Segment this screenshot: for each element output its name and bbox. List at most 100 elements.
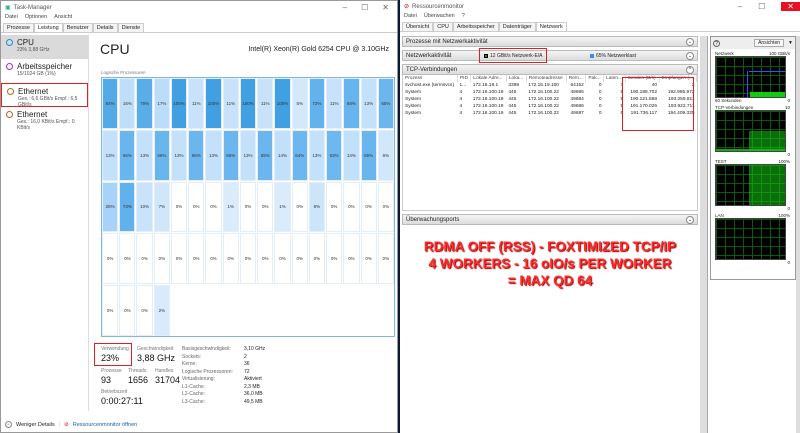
cpu-icon <box>6 39 13 46</box>
sidebar-item-ethernet-1[interactable]: Ethernet Ges.: 6,6 GBit/s Empf.: 6,5 GBit… <box>1 83 88 108</box>
menu-file[interactable]: Datei <box>5 14 18 23</box>
core-cell: 0% <box>170 181 188 233</box>
table-cell: 0 <box>598 111 602 116</box>
column-header[interactable]: Remoteadresse <box>526 75 567 82</box>
tab-network[interactable]: Netzwerk <box>535 22 567 31</box>
detail-row: Kerne: 36 <box>182 361 265 369</box>
uptime-label: Betriebszeit <box>101 389 128 395</box>
column-header[interactable]: Loka... <box>506 75 527 82</box>
task-manager-window: ▣ Task-Manager – ☐ ✕ Datei Optionen Ansicht P… <box>0 0 398 433</box>
section-title: TCP-Verbindungen <box>406 66 458 73</box>
table-cell: 0 <box>598 90 602 95</box>
maximize-button[interactable]: ☐ <box>758 2 765 11</box>
table-cell: 172.16.19.1 <box>472 83 499 88</box>
tab-processes[interactable]: Prozesse <box>3 23 34 32</box>
graph-canvas <box>715 110 786 152</box>
core-cell: 100% <box>274 78 291 129</box>
tab-users[interactable]: Benutzer <box>62 23 93 32</box>
core-cell: 66% <box>153 129 170 181</box>
graph-footer: 60 Sekunden <box>715 98 742 103</box>
table-cell: 172.16.19.100 <box>528 83 559 88</box>
chevron-up-icon[interactable]: ^ <box>5 421 12 428</box>
ethernet-icon <box>6 111 13 118</box>
core-cell: 72% <box>308 78 326 129</box>
sidebar-item-memory[interactable]: Arbeitsspeicher 15/1024 GB (1%) <box>1 59 88 83</box>
close-button[interactable]: ✕ <box>382 3 389 12</box>
column-header[interactable]: Pak... <box>585 75 605 82</box>
graph-tcp-verbindungen: TCP-Verbindungen 10 0 <box>715 105 791 157</box>
core-cell: 0% <box>360 233 377 285</box>
sidebar-item-ethernet-2[interactable]: Ethernet Ges.: 16,0 KBit/s Empf.: 0 KBit/… <box>1 107 88 131</box>
tab-details[interactable]: Details <box>92 23 118 32</box>
menu-options[interactable]: Optionen <box>25 14 47 23</box>
menu-view[interactable]: Ansicht <box>54 14 72 23</box>
sidebar-item-cpu[interactable]: CPU 23% 3,88 GHz <box>1 35 88 59</box>
minimize-button[interactable]: – <box>343 3 347 12</box>
graph-min: 0 <box>787 206 790 211</box>
threads-label: Threads <box>128 368 147 374</box>
usage-label: Verwendung <box>101 346 129 352</box>
minimize-button[interactable]: – <box>738 2 742 11</box>
title-bar: ⊘ Ressourcenmonitor – ☐ ✕ <box>400 0 800 13</box>
tab-memory[interactable]: Arbeitsspeicher <box>452 22 499 31</box>
core-cell: 0% <box>153 233 170 285</box>
menu-file[interactable]: Datei <box>404 13 417 22</box>
menu-bar: Datei Überwachen? <box>400 13 800 22</box>
maximize-button[interactable]: ☐ <box>361 3 368 12</box>
chevron-down-icon[interactable]: ⌄ <box>686 216 694 224</box>
detail-row: L2-Cache: 36,0 MB <box>182 391 265 399</box>
help-icon[interactable]: ? <box>713 39 720 47</box>
column-header[interactable]: Rem... <box>566 75 587 82</box>
views-dropdown[interactable]: Ansichten <box>754 39 785 47</box>
chevron-down-icon[interactable]: ⌄ <box>686 38 694 46</box>
core-cell: 0% <box>102 285 119 336</box>
scrollbar[interactable] <box>700 36 707 433</box>
core-cell: 100% <box>239 78 257 129</box>
section-title: Prozesse mit Netzwerkaktivität <box>406 38 488 45</box>
detail-value: 49,5 MB <box>244 398 263 405</box>
section-tcp-connections[interactable]: TCP-Verbindungen ^ <box>402 64 698 75</box>
network-io-value: 12 GBit/s Netzwerk-E/A <box>490 52 543 59</box>
table-cell: svchost.exe (termsvcs) <box>405 83 455 88</box>
item-title: Ethernet <box>18 87 49 96</box>
menu-help[interactable]: ? <box>462 13 465 22</box>
chevron-up-icon[interactable]: ^ <box>686 66 694 74</box>
section-listening-ports[interactable]: Überwachungsports ⌄ <box>402 214 698 225</box>
tab-performance[interactable]: Leistung <box>33 23 63 32</box>
tab-disk[interactable]: Datenträger <box>498 22 536 31</box>
table-cell: System <box>405 111 421 116</box>
menu-monitor[interactable]: Überwachen <box>424 13 455 22</box>
section-network-activity[interactable]: Netzwerkaktivität 12 GBit/s Netzwerk-E/A… <box>402 48 698 63</box>
detail-key: L1-Cache: <box>182 383 206 390</box>
core-cell: 0% <box>377 181 394 233</box>
core-cell: 1% <box>274 181 291 233</box>
item-sub: Ges.: 16,0 KBit/s Empf.: 0 KBit/s <box>17 119 75 131</box>
detail-row: Logische Prozessoren: 72 <box>182 369 265 377</box>
graph-scrollbar[interactable] <box>796 36 800 433</box>
tab-cpu[interactable]: CPU <box>433 22 453 31</box>
core-cell: 0% <box>326 181 343 233</box>
table-cell: 172.16.100.22 <box>528 111 559 116</box>
core-cell: 1% <box>222 181 239 233</box>
column-header[interactable]: PID <box>457 75 472 82</box>
section-network-processes[interactable]: Prozesse mit Netzwerkaktivität ⌄ <box>402 36 698 47</box>
detail-value: 72 <box>244 368 250 375</box>
column-header[interactable]: Prozess <box>403 75 458 82</box>
core-cell: 11% <box>326 78 343 129</box>
detail-key: Virtualisierung: <box>182 376 215 382</box>
cpu-details: Basisgeschwindigkeit: 3,10 GHz Sockets: 2 Ke… <box>182 346 265 406</box>
core-cell: 0% <box>257 233 274 285</box>
sidebar: CPU 23% 3,88 GHz Arbeitsspeicher 15/1024 G… <box>1 35 89 411</box>
close-button[interactable]: ✕ <box>781 2 800 11</box>
table-cell: 172.16.100.19 <box>472 104 504 109</box>
open-resource-monitor-link[interactable]: Ressourcenmonitor öffnen <box>73 422 137 428</box>
uptime-value: 0:00:27:11 <box>101 396 143 406</box>
chevron-down-icon[interactable]: ⌄ <box>686 52 694 60</box>
core-cell: 0% <box>308 233 326 285</box>
chevron-down-icon[interactable]: ▼ <box>788 40 793 46</box>
column-header[interactable]: Lokale Adre... <box>470 75 507 82</box>
tab-overview[interactable]: Übersicht <box>402 22 434 31</box>
graph-test: TEST 100% 0 <box>715 159 791 211</box>
fewer-details-link[interactable]: Weniger Details <box>16 422 55 428</box>
tab-services[interactable]: Dienste <box>117 23 145 32</box>
